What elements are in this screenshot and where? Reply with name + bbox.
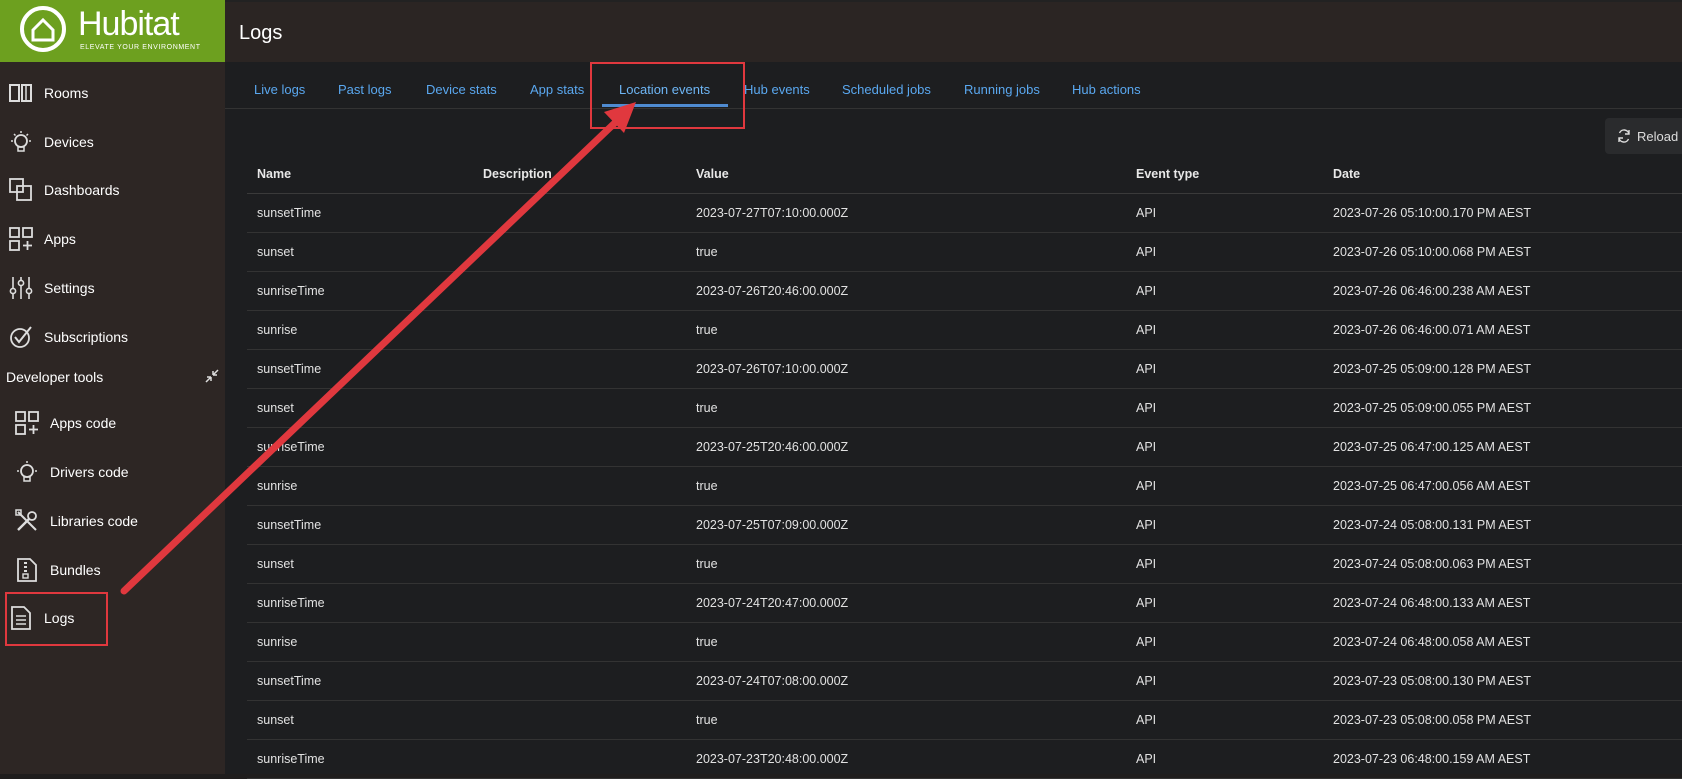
annotation-arrow — [120, 102, 636, 595]
